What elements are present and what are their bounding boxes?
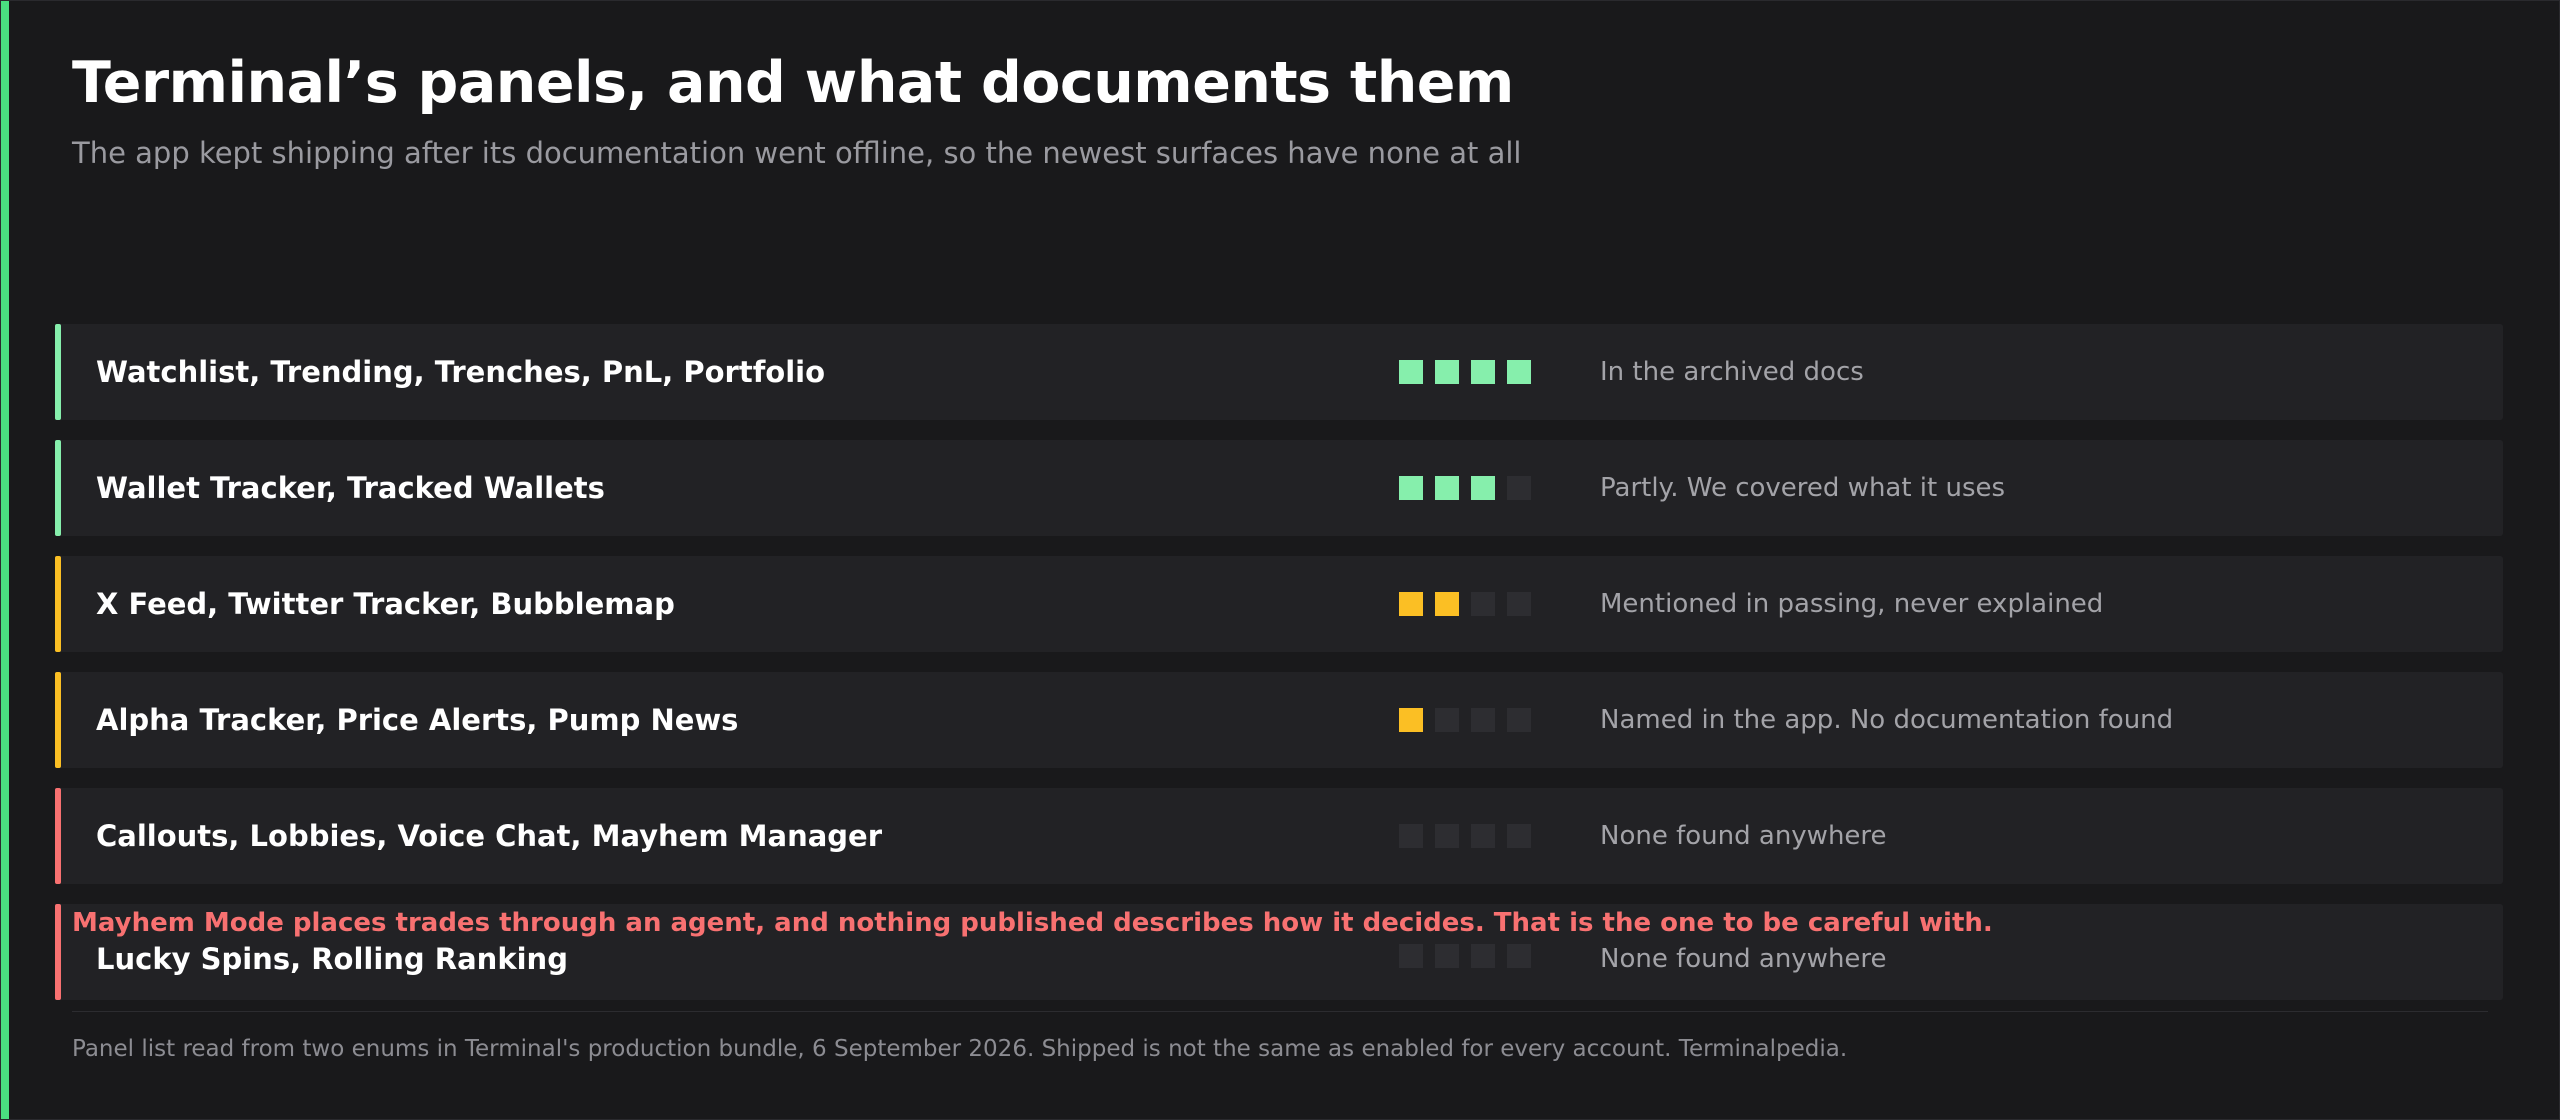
- row-status: None found anywhere: [1600, 821, 1887, 851]
- row-label: Alpha Tracker, Price Alerts, Pump News: [96, 703, 739, 737]
- coverage-square: [1507, 708, 1531, 732]
- coverage-indicator: [1399, 476, 1531, 500]
- coverage-square: [1471, 944, 1495, 968]
- coverage-square: [1471, 708, 1495, 732]
- coverage-square: [1507, 592, 1531, 616]
- row-status: In the archived docs: [1600, 357, 1864, 387]
- row-label: Watchlist, Trending, Trenches, PnL, Port…: [96, 355, 826, 389]
- coverage-indicator: [1399, 360, 1531, 384]
- coverage-square: [1399, 708, 1423, 732]
- row-color-bar: [55, 556, 61, 652]
- coverage-square: [1471, 476, 1495, 500]
- panel-row: Wallet Tracker, Tracked Wallets Partly. …: [55, 440, 2503, 536]
- coverage-square: [1399, 476, 1423, 500]
- panel-row: Alpha Tracker, Price Alerts, Pump News N…: [55, 672, 2503, 768]
- coverage-square: [1399, 824, 1423, 848]
- coverage-square: [1435, 824, 1459, 848]
- frame-accent-stripe: [0, 0, 9, 1120]
- coverage-square: [1507, 824, 1531, 848]
- panel-row: Callouts, Lobbies, Voice Chat, Mayhem Ma…: [55, 788, 2503, 884]
- page-title: Terminal’s panels, and what documents th…: [72, 50, 1514, 116]
- coverage-square: [1507, 360, 1531, 384]
- page-subtitle: The app kept shipping after its document…: [72, 136, 1522, 170]
- panel-row: Watchlist, Trending, Trenches, PnL, Port…: [55, 324, 2503, 420]
- row-status: Mentioned in passing, never explained: [1600, 589, 2104, 619]
- coverage-indicator: [1399, 824, 1531, 848]
- coverage-indicator: [1399, 592, 1531, 616]
- panel-row: X Feed, Twitter Tracker, Bubblemap Menti…: [55, 556, 2503, 652]
- row-color-bar: [55, 788, 61, 884]
- coverage-square: [1435, 360, 1459, 384]
- row-label: Wallet Tracker, Tracked Wallets: [96, 471, 605, 505]
- row-label: Callouts, Lobbies, Voice Chat, Mayhem Ma…: [96, 819, 883, 853]
- coverage-indicator: [1399, 944, 1531, 968]
- row-color-bar: [55, 904, 61, 1000]
- coverage-square: [1507, 944, 1531, 968]
- coverage-square: [1435, 944, 1459, 968]
- row-label: X Feed, Twitter Tracker, Bubblemap: [96, 587, 675, 621]
- warning-note: Mayhem Mode places trades through an age…: [72, 908, 1993, 938]
- coverage-square: [1471, 592, 1495, 616]
- row-color-bar: [55, 440, 61, 536]
- row-color-bar: [55, 672, 61, 768]
- coverage-square: [1471, 824, 1495, 848]
- coverage-square: [1471, 360, 1495, 384]
- coverage-square: [1399, 592, 1423, 616]
- row-status: Partly. We covered what it uses: [1600, 473, 2006, 503]
- coverage-square: [1507, 476, 1531, 500]
- footer-note: Panel list read from two enums in Termin…: [72, 1036, 1848, 1062]
- coverage-square: [1435, 592, 1459, 616]
- coverage-indicator: [1399, 708, 1531, 732]
- coverage-square: [1435, 708, 1459, 732]
- coverage-square: [1435, 476, 1459, 500]
- footer-divider: [72, 1011, 2488, 1012]
- row-status: Named in the app. No documentation found: [1600, 705, 2174, 735]
- coverage-square: [1399, 944, 1423, 968]
- coverage-square: [1399, 360, 1423, 384]
- row-color-bar: [55, 324, 61, 420]
